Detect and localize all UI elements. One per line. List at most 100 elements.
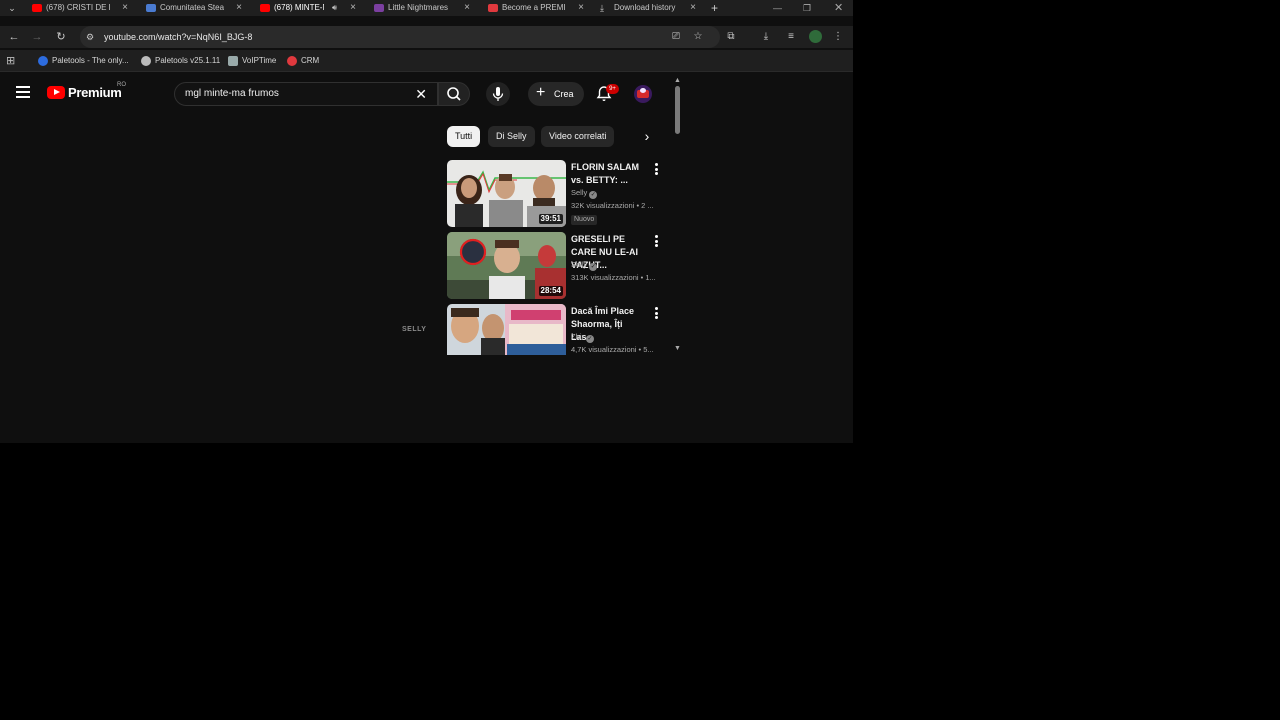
video-thumbnail[interactable] [447, 304, 566, 355]
url-text[interactable]: youtube.com/watch?v=NqN6I_BJG-8 [104, 26, 252, 48]
tab-4[interactable]: Little Nightmares × [374, 0, 472, 16]
channel-name[interactable]: Selly [571, 260, 587, 269]
close-tab-icon[interactable]: × [234, 0, 244, 16]
scroll-up-arrow-icon[interactable]: ▲ [674, 77, 681, 84]
close-tab-icon[interactable]: × [576, 0, 586, 16]
tab-6[interactable]: ⤓ Download history × [600, 0, 698, 16]
bookmark-star-icon[interactable]: ☆ [690, 29, 706, 45]
video-metadata: 4,7K visualizzazioni • 5... [571, 345, 654, 354]
country-code: RO [117, 82, 126, 88]
related-video-item[interactable]: 39:51 FLORIN SALAM vs. BETTY: ... Selly ✓… [447, 160, 667, 228]
voice-search-button[interactable] [486, 82, 510, 106]
cast-icon[interactable]: ⎚ [668, 29, 684, 45]
video-duration: 28:54 [538, 286, 563, 296]
channel-name[interactable]: Zbir [571, 332, 584, 341]
verified-check-icon: ✓ [589, 191, 598, 199]
bookmark-paletools[interactable]: Paletools - The only... [38, 50, 129, 72]
scroll-down-arrow-icon[interactable]: ▼ [674, 345, 681, 352]
plus-icon: + [536, 84, 546, 101]
browser-toolbar: ← → ↻ ⚙ youtube.com/watch?v=NqN6I_BJG-8 … [0, 26, 853, 48]
tab-5[interactable]: Become a PREMIU × [488, 0, 586, 16]
browser-window: ⌄ (678) CRISTI DE LA × Comunitatea Stea … [0, 0, 853, 443]
back-icon[interactable]: ← [6, 29, 22, 45]
menu-kebab-icon[interactable]: ⋮ [830, 29, 846, 45]
video-duration: 39:51 [538, 214, 563, 224]
search-button[interactable] [438, 82, 470, 106]
related-video-item[interactable]: Dacă Îmi Place Shaorma, Îți Las... Zbir ✓… [447, 304, 667, 355]
close-window-icon[interactable]: ✕ [834, 0, 843, 16]
create-label: Crea [554, 89, 574, 99]
youtube-favicon-icon [260, 4, 270, 12]
bookmark-crm[interactable]: CRM [287, 50, 319, 72]
tab-title: Little Nightmares [388, 3, 449, 12]
chip-from-channel[interactable]: Di Selly [488, 126, 535, 147]
apps-grid-icon[interactable]: ⊞ [6, 50, 15, 72]
tab-title: (678) CRISTI DE LA [46, 3, 110, 12]
steam-favicon-icon [146, 4, 156, 12]
video-menu-kebab-icon[interactable] [655, 235, 659, 247]
video-channel[interactable]: Selly ✓ [571, 188, 598, 199]
youtube-logo-icon[interactable] [47, 86, 65, 99]
speaker-icon[interactable]: 🔊︎ [332, 0, 337, 16]
minimize-icon[interactable]: — [773, 0, 782, 16]
forward-icon[interactable]: → [29, 29, 45, 45]
bookmark-label: CRM [301, 56, 320, 65]
video-thumbnail[interactable]: 39:51 [447, 160, 566, 227]
youtube-brand[interactable]: Premium [68, 85, 122, 100]
bookmark-voiptime[interactable]: VoIPTime [228, 50, 276, 72]
tab-title: Comunitatea Stea [160, 3, 224, 12]
scrollbar-thumb[interactable] [675, 86, 680, 134]
channel-name[interactable]: Selly [571, 188, 587, 197]
search-query-text[interactable]: mgl minte-ma frumos [185, 83, 279, 105]
tab-2[interactable]: Comunitatea Stea × [146, 0, 244, 16]
video-menu-kebab-icon[interactable] [655, 163, 659, 175]
tab-search-icon[interactable]: ⌄ [6, 2, 18, 14]
reload-icon[interactable]: ↻ [53, 29, 69, 45]
profile-icon[interactable] [807, 29, 823, 45]
account-avatar[interactable] [634, 85, 652, 103]
chip-all[interactable]: Tutti [447, 126, 481, 147]
video-metadata: 32K visualizzazioni • 2 ... [571, 201, 654, 210]
crm-icon [287, 55, 297, 66]
youtube-favicon-icon [32, 4, 42, 12]
thumbnail-image [447, 304, 566, 355]
bookmark-paletools-version[interactable]: Paletools v25.1.11 [141, 50, 220, 72]
premium-favicon-icon [488, 4, 498, 12]
bookmark-label: Paletools - The only... [52, 56, 129, 65]
tab-strip: ⌄ (678) CRISTI DE LA × Comunitatea Stea … [0, 0, 853, 16]
voiptime-icon [228, 55, 238, 66]
verified-check-icon: ✓ [585, 335, 594, 343]
tab-1[interactable]: (678) CRISTI DE LA × [32, 0, 130, 16]
site-info-icon[interactable]: ⚙ [86, 31, 96, 43]
chevron-right-icon[interactable]: › [639, 128, 655, 144]
tab-3-active[interactable]: (678) MINTE-M 🔊︎ × [260, 0, 358, 16]
close-tab-icon[interactable]: × [462, 0, 472, 16]
create-button[interactable]: + Crea [528, 82, 584, 106]
bookmark-label: Paletools v25.1.11 [155, 56, 221, 65]
video-title[interactable]: FLORIN SALAM vs. BETTY: ... [571, 161, 647, 187]
globe-icon [141, 55, 151, 66]
close-tab-icon[interactable]: × [120, 0, 130, 16]
close-tab-icon[interactable]: × [348, 0, 358, 16]
bookmarks-bar: ⊞ Paletools - The only... Paletools v25.… [0, 50, 853, 72]
clear-search-icon[interactable]: ✕ [415, 83, 427, 105]
close-tab-icon[interactable]: × [688, 0, 698, 16]
video-menu-kebab-icon[interactable] [655, 307, 659, 319]
related-video-item[interactable]: 28:54 GRESELI PE CARE NU LE-AI VAZUT... … [447, 232, 667, 300]
chip-related[interactable]: Video correlati [541, 126, 615, 147]
tab-title: (678) MINTE-M [274, 3, 324, 12]
download-icon: ⤓ [600, 3, 604, 13]
extensions-icon[interactable]: ⧉ [723, 29, 739, 45]
bookmark-label: VoIPTime [242, 56, 277, 65]
video-channel[interactable]: Selly ✓ [571, 260, 598, 271]
youtube-masthead: Premium RO mgl minte-ma frumos ✕ + Crea [0, 76, 690, 112]
video-thumbnail[interactable]: 28:54 [447, 232, 566, 299]
new-tab-icon[interactable]: + [711, 0, 718, 16]
restore-icon[interactable]: ❐ [803, 0, 811, 16]
address-bar[interactable]: ⚙ youtube.com/watch?v=NqN6I_BJG-8 ⎚ ☆ [80, 26, 720, 48]
guide-menu-icon[interactable] [16, 86, 30, 98]
media-control-icon[interactable]: ≡ [783, 29, 799, 45]
downloads-icon[interactable]: ⤓ [758, 29, 774, 45]
search-input[interactable]: mgl minte-ma frumos ✕ [174, 82, 438, 106]
video-channel[interactable]: Zbir ✓ [571, 332, 594, 343]
